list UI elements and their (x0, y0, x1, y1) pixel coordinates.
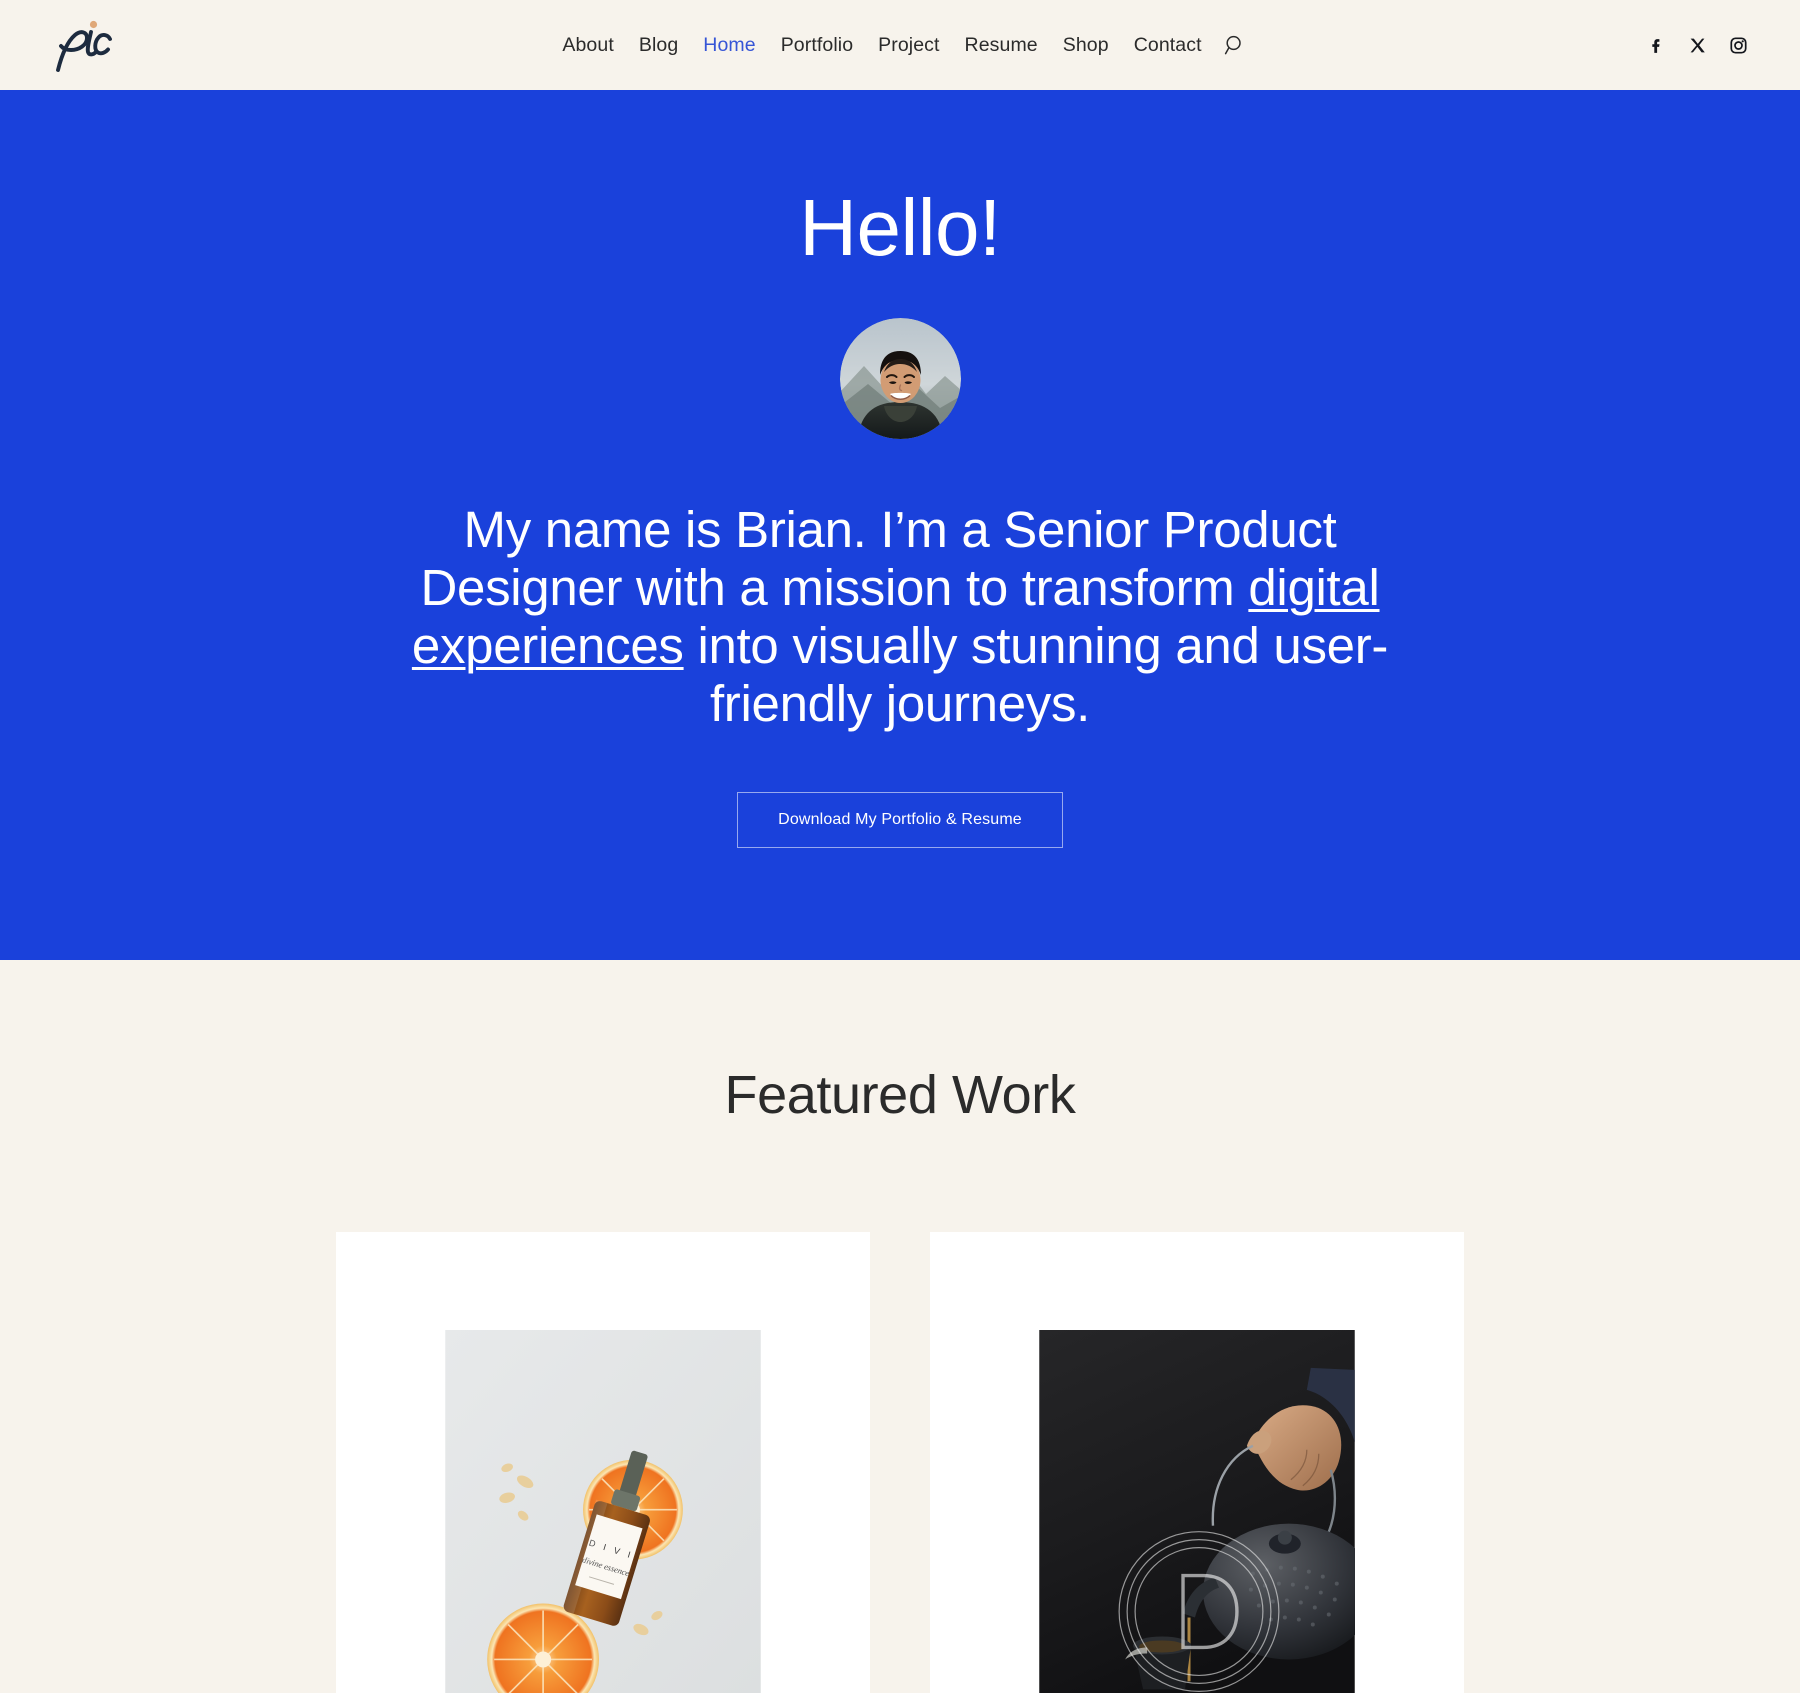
nav-item-resume[interactable]: Resume (952, 34, 1050, 57)
pc-monogram-logo (56, 20, 112, 72)
nav-item-project[interactable]: Project (866, 34, 952, 57)
primary-nav: About Blog Home Portfolio Project Resume… (0, 0, 1800, 90)
avatar-portrait-image (839, 318, 961, 439)
divi-serum-photo: D I V I divine essence (445, 1329, 761, 1693)
site-header: About Blog Home Portfolio Project Resume… (0, 0, 1800, 90)
page-root: About Blog Home Portfolio Project Resume… (0, 0, 1800, 1693)
download-portfolio-button[interactable]: Download My Portfolio & Resume (737, 791, 1063, 848)
hero-intro-lead: My name is Brian. I’m a Senior Product D… (420, 501, 1337, 617)
facebook-icon[interactable] (1647, 36, 1666, 55)
work-grid: D I V I divine essence (0, 1231, 1800, 1693)
work-card-tea-pour[interactable] (930, 1231, 1464, 1693)
hero-intro-tail: into visually stunning and user-friendly… (683, 617, 1389, 733)
hero-greeting: Hello! (799, 183, 1001, 272)
search-icon[interactable] (1220, 34, 1250, 56)
x-twitter-icon[interactable] (1688, 36, 1707, 55)
hero-section: Hello! My name is Brian. I’m a Senior Pr… (0, 90, 1800, 960)
tea-pour-photo (1039, 1329, 1355, 1693)
work-thumb-tea (1039, 1329, 1355, 1693)
instagram-glyph-icon (1730, 36, 1747, 54)
instagram-icon[interactable] (1729, 36, 1748, 55)
nav-item-blog[interactable]: Blog (626, 34, 690, 57)
work-thumb-serum: D I V I divine essence (445, 1329, 761, 1693)
hero-intro-text: My name is Brian. I’m a Senior Product D… (400, 501, 1400, 734)
x-glyph-icon (1690, 38, 1705, 52)
nav-item-home[interactable]: Home (691, 34, 768, 57)
nav-item-about[interactable]: About (550, 34, 626, 57)
featured-work-title: Featured Work (724, 1064, 1076, 1125)
avatar (839, 318, 961, 439)
nav-item-contact[interactable]: Contact (1121, 34, 1214, 57)
nav-item-shop[interactable]: Shop (1050, 34, 1121, 57)
featured-work-section: Featured Work D I V I divine essence (0, 959, 1800, 1693)
social-links (1647, 36, 1748, 55)
work-card-divi-serum[interactable]: D I V I divine essence (336, 1231, 870, 1693)
search-glass-icon (1224, 35, 1241, 55)
facebook-glyph-icon (1652, 38, 1660, 53)
nav-item-portfolio[interactable]: Portfolio (768, 34, 865, 57)
site-logo[interactable] (48, 14, 120, 76)
